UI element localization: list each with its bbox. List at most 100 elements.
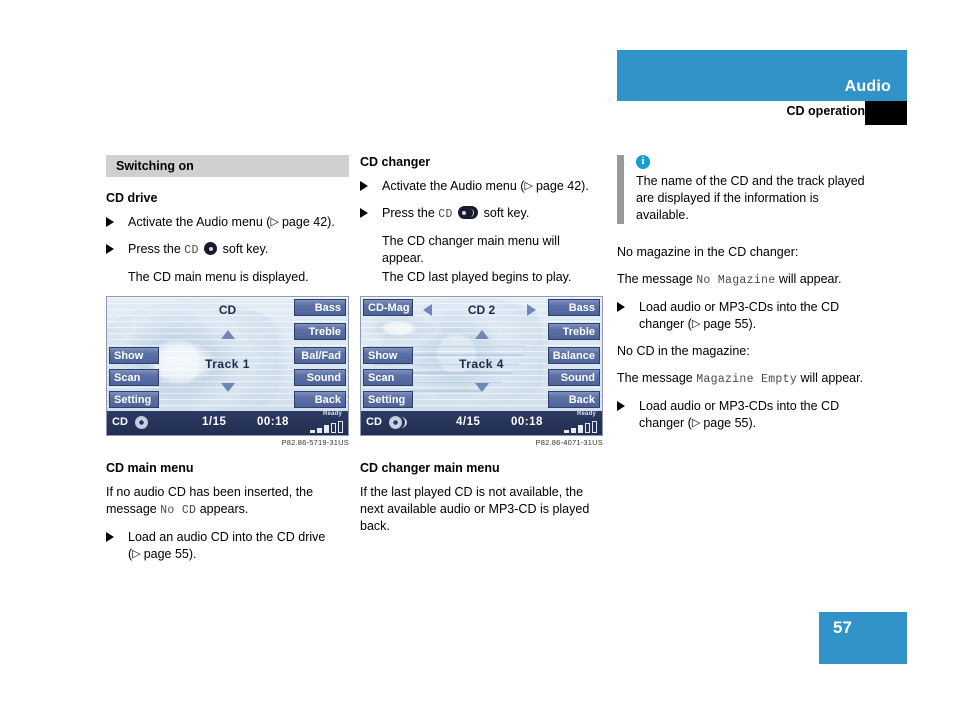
- status-source-label: CD: [366, 416, 382, 428]
- softkey-label: CD: [184, 244, 199, 257]
- step-triangle-icon: [617, 401, 625, 411]
- page-number-box: 57: [819, 612, 907, 664]
- step-triangle-icon: [106, 217, 114, 227]
- figure-code: P82.86-5719-31US: [281, 438, 349, 447]
- step-result-text: The CD main menu is displayed.: [128, 270, 309, 284]
- step-page-ref: page 55).: [143, 547, 197, 561]
- step-load-cds-no-magazine: Load audio or MP3-CDs into the CD change…: [617, 299, 870, 333]
- step-triangle-icon: [360, 208, 368, 218]
- status-elapsed-time: 00:18: [257, 416, 289, 428]
- disc-top-artwork: [363, 313, 443, 347]
- screen-button-balfad[interactable]: Bal/Fad: [294, 347, 346, 364]
- subheading-cd-drive: CD drive: [106, 191, 158, 205]
- paragraph-no-magazine-message: The message No Magazine will appear.: [617, 271, 870, 289]
- paragraph-no-cd: If no audio CD has been inserted, the me…: [106, 484, 349, 519]
- display-message: Magazine Empty: [696, 373, 798, 386]
- step-page-ref: page 55).: [703, 416, 757, 430]
- paragraph-text-tail: will appear.: [800, 371, 864, 385]
- disc-next-icon[interactable]: [527, 304, 536, 316]
- column-right: i The name of the CD and the track playe…: [617, 155, 870, 442]
- track-up-icon[interactable]: [220, 330, 235, 339]
- status-elapsed-time: 00:18: [511, 416, 543, 428]
- track-up-icon[interactable]: [474, 330, 489, 339]
- info-icon: i: [636, 155, 650, 169]
- step-triangle-icon: [617, 302, 625, 312]
- status-disc-stack-icon: [389, 416, 407, 429]
- paragraph-last-played-unavailable: If the last played CD is not available, …: [360, 485, 590, 533]
- step-text-tail: soft key.: [483, 206, 530, 220]
- status-disc-icon: [135, 416, 148, 429]
- screen-button-bass[interactable]: Bass: [548, 299, 600, 316]
- screen-button-show[interactable]: Show: [109, 347, 159, 364]
- screen-button-setting[interactable]: Setting: [363, 391, 413, 408]
- screen-button-treble[interactable]: Treble: [294, 323, 346, 340]
- step-page-ref: page 42).: [535, 179, 589, 193]
- column-left: Switching on CD drive Activate the Audio…: [106, 155, 349, 573]
- screen-button-back[interactable]: Back: [294, 391, 346, 408]
- status-magazine-slots-icon: [310, 421, 343, 433]
- figure-caption-cd-main-menu: CD main menu: [106, 461, 194, 475]
- section-heading-switching-on: Switching on: [106, 155, 349, 177]
- step-text: Press the: [128, 242, 181, 256]
- step-page-ref: page 55).: [703, 317, 757, 331]
- screen-button-bass[interactable]: Bass: [294, 299, 346, 316]
- paragraph-text-tail: will appear.: [778, 272, 842, 286]
- header-band: Audio: [617, 50, 907, 101]
- status-ready-label: Ready: [576, 411, 596, 417]
- step-text: Activate the Audio menu (: [128, 215, 271, 229]
- paragraph-text: The message: [617, 371, 693, 385]
- step-text-tail: soft key.: [222, 242, 269, 256]
- page-ref-arrow-icon: ▷: [524, 180, 536, 192]
- step-result-last-played: The CD last played begins to play.: [382, 270, 572, 284]
- screen-status-bar: CD 1/15 00:18 Ready: [107, 411, 348, 435]
- info-note-text: The name of the CD and the track played …: [636, 174, 865, 222]
- paragraph-text-tail: appears.: [199, 502, 249, 516]
- header-title: Audio: [844, 78, 891, 95]
- page-number: 57: [833, 618, 852, 637]
- screen-button-show[interactable]: Show: [363, 347, 413, 364]
- heading-no-magazine: No magazine in the CD changer:: [617, 245, 799, 259]
- screen-button-scan[interactable]: Scan: [363, 369, 413, 386]
- status-track-number: 1/15: [202, 416, 227, 428]
- status-track-number: 4/15: [456, 416, 481, 428]
- step-press-cd-key: Press the CD soft key.: [106, 241, 349, 259]
- screen-button-sound[interactable]: Sound: [548, 369, 600, 386]
- status-magazine-slots-icon: [564, 421, 597, 433]
- step-press-cd-changer-key: Press the CD soft key.: [360, 205, 603, 223]
- figure-caption-cd-changer-main-menu: CD changer main menu: [360, 461, 500, 475]
- screen-button-treble[interactable]: Treble: [548, 323, 600, 340]
- screen-status-bar: CD 4/15 00:18 Ready: [361, 411, 602, 435]
- info-note-box: i The name of the CD and the track playe…: [617, 155, 870, 224]
- screen-button-setting[interactable]: Setting: [109, 391, 159, 408]
- track-down-icon[interactable]: [220, 383, 235, 392]
- screen-button-balance[interactable]: Balance: [548, 347, 600, 364]
- page-ref-arrow-icon: ▷: [270, 216, 282, 228]
- track-down-icon[interactable]: [474, 383, 489, 392]
- header-subtitle-row: CD operation: [617, 101, 907, 125]
- step-result-changer-menu: The CD changer main menu will appear.: [382, 234, 560, 265]
- step-text: Activate the Audio menu (: [382, 179, 525, 193]
- step-triangle-icon: [106, 244, 114, 254]
- cd-main-menu-screen: CD Track 1 Show Scan Setting Bass Treble…: [106, 296, 349, 436]
- manual-page: Audio CD operation Switching on CD drive…: [0, 0, 954, 716]
- header-black-tab: [865, 101, 907, 125]
- cd-disc-icon: [204, 242, 218, 255]
- page-ref-arrow-icon: ▷: [691, 318, 704, 330]
- step-activate-audio-menu: Activate the Audio menu (▷ page 42).: [106, 214, 349, 231]
- subheading-cd-changer: CD changer: [360, 155, 431, 169]
- screen-button-sound[interactable]: Sound: [294, 369, 346, 386]
- display-message: No Magazine: [696, 274, 776, 287]
- screen-button-scan[interactable]: Scan: [109, 369, 159, 386]
- paragraph-magazine-empty-message: The message Magazine Empty will appear.: [617, 370, 870, 388]
- display-message: No CD: [160, 504, 197, 517]
- step-triangle-icon: [360, 181, 368, 191]
- screen-button-back[interactable]: Back: [548, 391, 600, 408]
- figure-code: P82.86-4071-31US: [535, 438, 603, 447]
- step-load-cds-magazine-empty: Load audio or MP3-CDs into the CD change…: [617, 398, 870, 432]
- info-bar: [617, 155, 624, 224]
- page-ref-arrow-icon: ▷: [132, 548, 144, 560]
- step-activate-audio-menu-changer: Activate the Audio menu (▷ page 42).: [360, 178, 603, 195]
- cd-changer-main-menu-screen: CD-Mag CD 2 Track 4 Show Scan Setting Ba…: [360, 296, 603, 436]
- header-subtitle: CD operation: [786, 104, 865, 118]
- step-triangle-icon: [106, 532, 114, 542]
